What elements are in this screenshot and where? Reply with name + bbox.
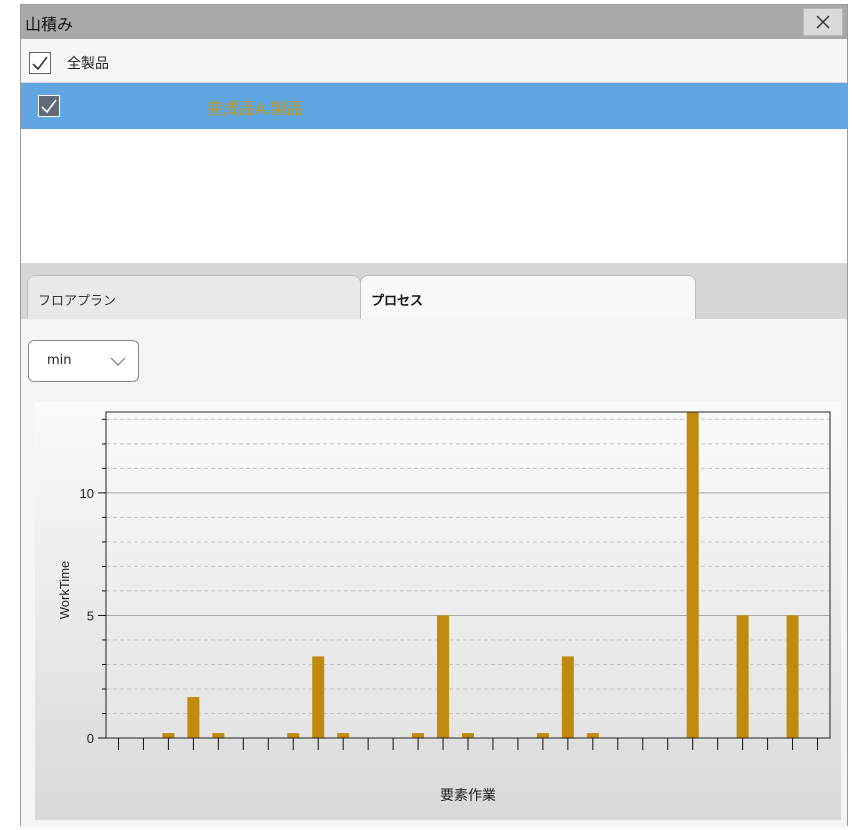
bar bbox=[536, 733, 549, 738]
bar bbox=[212, 733, 225, 738]
close-icon bbox=[816, 15, 830, 29]
chevron-down-icon bbox=[110, 357, 126, 366]
title-bar: 山積み bbox=[21, 5, 847, 39]
list-item[interactable]: 完成品A.製品 bbox=[21, 83, 847, 129]
all-products-label: 全製品 bbox=[67, 56, 109, 72]
process-panel: min 0 5 10 WorkTime 要素作業 bbox=[21, 319, 847, 827]
product-checkbox[interactable] bbox=[38, 95, 60, 117]
tab-process[interactable]: プロセス bbox=[360, 275, 696, 320]
time-unit-value: min bbox=[47, 353, 72, 368]
bar bbox=[437, 615, 450, 738]
bar bbox=[187, 697, 200, 738]
bar bbox=[337, 733, 350, 738]
bar bbox=[586, 733, 599, 738]
bar bbox=[686, 412, 699, 738]
checkmark-icon bbox=[41, 99, 57, 114]
product-list-header: 全製品 bbox=[21, 39, 847, 83]
y-tick-label: 10 bbox=[80, 486, 94, 501]
all-products-checkbox[interactable] bbox=[29, 52, 51, 74]
tab-floorplan[interactable]: フロアプラン bbox=[27, 275, 361, 319]
bar bbox=[736, 615, 749, 738]
chart-canvas: 0 5 10 WorkTime 要素作業 bbox=[35, 402, 841, 820]
checkmark-icon bbox=[32, 56, 48, 71]
bar bbox=[312, 656, 325, 738]
bar bbox=[561, 656, 574, 738]
bar bbox=[287, 733, 300, 738]
close-button[interactable] bbox=[803, 8, 843, 36]
view-tabs: フロアプラン プロセス bbox=[21, 263, 847, 320]
product-list: 完成品A.製品 bbox=[21, 83, 847, 263]
time-unit-select[interactable]: min bbox=[28, 340, 139, 382]
bar bbox=[462, 733, 474, 738]
window-title: 山積み bbox=[25, 15, 74, 34]
y-axis-label: WorkTime bbox=[57, 561, 72, 620]
y-tick-label: 5 bbox=[87, 608, 94, 623]
product-label: 完成品A.製品 bbox=[207, 99, 303, 118]
x-axis-label: 要素作業 bbox=[440, 787, 496, 803]
bar bbox=[786, 615, 799, 738]
bar bbox=[162, 733, 175, 738]
bar bbox=[412, 733, 425, 738]
worktime-chart: 0 5 10 WorkTime 要素作業 bbox=[35, 402, 841, 820]
y-tick-label: 0 bbox=[87, 731, 94, 746]
stacking-window: 山積み 全製品 完成品A.製品 フロアプラン プロセス min 0 5 10 W… bbox=[20, 4, 848, 827]
